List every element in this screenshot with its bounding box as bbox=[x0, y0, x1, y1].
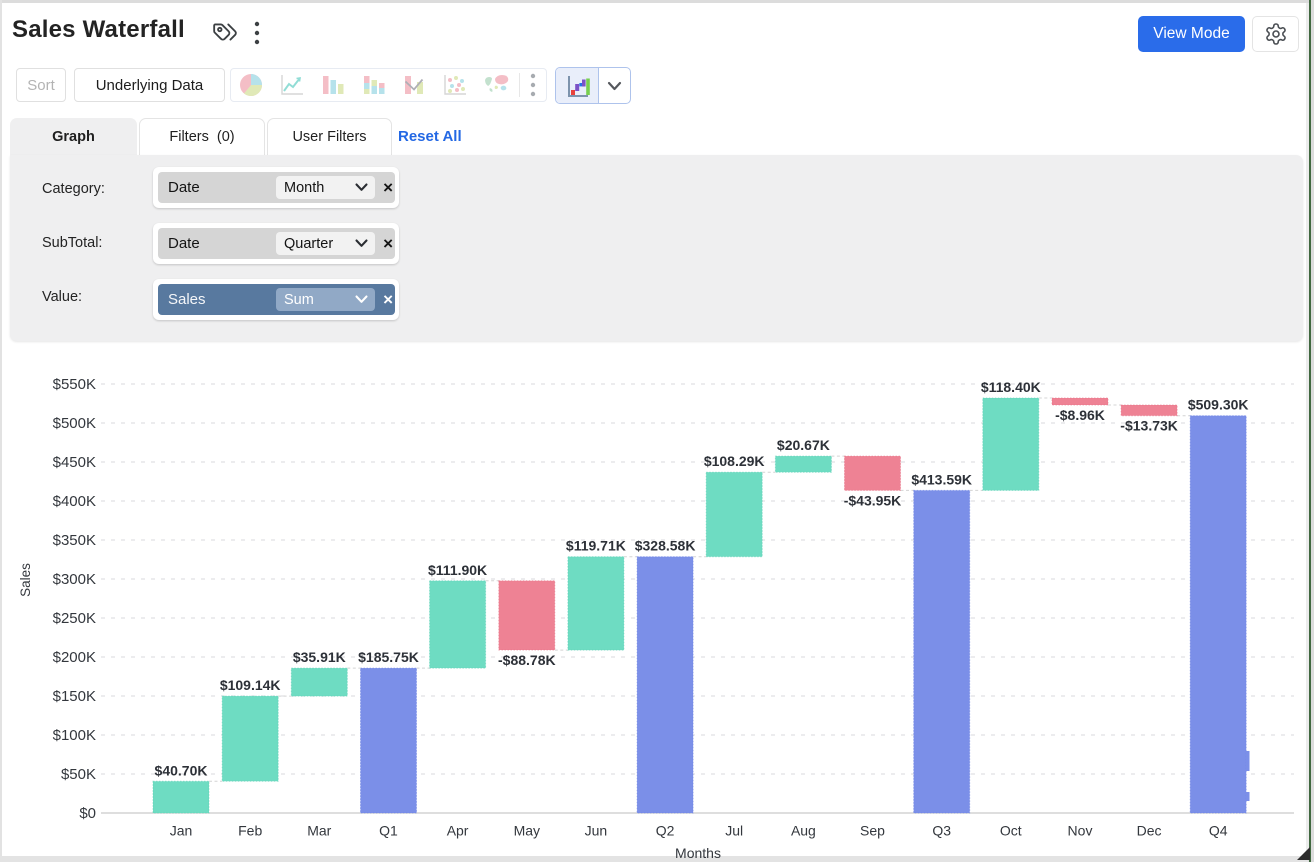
svg-text:$200K: $200K bbox=[53, 649, 96, 666]
svg-text:$20.67K: $20.67K bbox=[777, 437, 830, 453]
svg-text:Jan: Jan bbox=[170, 823, 193, 839]
svg-text:$119.71K: $119.71K bbox=[566, 538, 626, 554]
svg-text:Sales: Sales bbox=[18, 563, 33, 597]
svg-text:$350K: $350K bbox=[53, 532, 96, 549]
svg-text:$328.58K: $328.58K bbox=[635, 538, 696, 554]
svg-text:$108.29K: $108.29K bbox=[704, 453, 765, 469]
svg-text:$111.90K: $111.90K bbox=[428, 562, 487, 578]
svg-text:$35.91K: $35.91K bbox=[293, 649, 346, 665]
svg-text:$450K: $450K bbox=[53, 454, 96, 471]
svg-text:Feb: Feb bbox=[238, 823, 262, 839]
svg-text:$413.59K: $413.59K bbox=[911, 471, 972, 487]
svg-text:$100K: $100K bbox=[53, 727, 96, 744]
svg-text:$250K: $250K bbox=[53, 610, 96, 627]
svg-text:Aug: Aug bbox=[791, 823, 816, 839]
svg-text:$500K: $500K bbox=[53, 415, 96, 432]
svg-text:$0: $0 bbox=[79, 805, 96, 822]
svg-text:Q1: Q1 bbox=[379, 823, 398, 839]
svg-text:-$88.78K: -$88.78K bbox=[498, 652, 556, 668]
svg-text:Apr: Apr bbox=[447, 823, 469, 839]
svg-text:-$43.95K: -$43.95K bbox=[844, 492, 902, 508]
svg-text:Oct: Oct bbox=[1000, 823, 1022, 839]
svg-text:Nov: Nov bbox=[1068, 823, 1093, 839]
svg-text:$40.70K: $40.70K bbox=[155, 762, 208, 778]
svg-text:-$13.73K: -$13.73K bbox=[1120, 418, 1178, 434]
svg-text:$150K: $150K bbox=[53, 688, 96, 705]
svg-text:Jun: Jun bbox=[585, 823, 608, 839]
svg-text:Q2: Q2 bbox=[656, 823, 675, 839]
svg-text:Months: Months bbox=[675, 845, 721, 861]
svg-text:$50K: $50K bbox=[61, 766, 96, 783]
svg-text:$400K: $400K bbox=[53, 493, 96, 510]
svg-text:$185.75K: $185.75K bbox=[358, 649, 419, 665]
svg-text:May: May bbox=[514, 823, 540, 839]
svg-text:Jul: Jul bbox=[725, 823, 743, 839]
svg-text:Q3: Q3 bbox=[932, 823, 951, 839]
svg-text:$509.30K: $509.30K bbox=[1188, 397, 1249, 413]
svg-text:$109.14K: $109.14K bbox=[220, 677, 281, 693]
svg-text:Q4: Q4 bbox=[1209, 823, 1228, 839]
svg-text:$550K: $550K bbox=[53, 376, 96, 393]
svg-text:Sep: Sep bbox=[860, 823, 885, 839]
svg-text:Mar: Mar bbox=[307, 823, 331, 839]
svg-text:$300K: $300K bbox=[53, 571, 96, 588]
svg-text:$118.40K: $118.40K bbox=[981, 379, 1041, 395]
svg-text:-$8.96K: -$8.96K bbox=[1055, 407, 1105, 423]
svg-text:Dec: Dec bbox=[1137, 823, 1162, 839]
